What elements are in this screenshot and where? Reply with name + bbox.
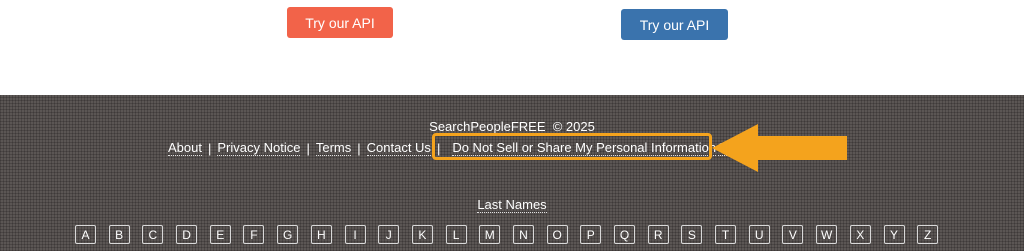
try-api-button-left[interactable]: Try our API	[287, 7, 393, 38]
letter-button-c[interactable]: C	[142, 225, 164, 244]
separator: |	[306, 140, 310, 156]
letter-button-s[interactable]: S	[681, 225, 703, 244]
separator: |	[357, 140, 361, 156]
letter-button-t[interactable]: T	[715, 225, 737, 244]
letter-button-e[interactable]: E	[209, 225, 231, 244]
arrow-icon	[712, 124, 847, 172]
letter-button-n[interactable]: N	[512, 225, 534, 244]
letter-button-r[interactable]: R	[647, 225, 669, 244]
letter-button-x[interactable]: X	[849, 225, 871, 244]
letter-button-q[interactable]: Q	[614, 225, 635, 244]
letter-button-g[interactable]: G	[277, 225, 299, 244]
letter-button-k[interactable]: K	[411, 225, 433, 244]
letter-index: ABCDEFGHIJKLMNOPQRSTUVWXYZ	[75, 225, 951, 244]
letter-button-w[interactable]: W	[816, 225, 838, 244]
try-api-button-right[interactable]: Try our API	[621, 9, 728, 40]
contact-us-link[interactable]: Contact Us	[366, 140, 431, 156]
letter-button-l[interactable]: L	[445, 225, 467, 244]
letter-button-j[interactable]: J	[378, 225, 400, 244]
top-section: Try our API Try our API	[0, 0, 1024, 95]
letter-button-d[interactable]: D	[176, 225, 198, 244]
last-names-heading: Last Names	[0, 196, 1024, 214]
letter-button-o[interactable]: O	[546, 225, 568, 244]
letter-button-h[interactable]: H	[310, 225, 332, 244]
letter-button-m[interactable]: M	[479, 225, 501, 244]
letter-button-f[interactable]: F	[243, 225, 265, 244]
letter-button-v[interactable]: V	[782, 225, 804, 244]
privacy-notice-link[interactable]: Privacy Notice	[217, 140, 301, 156]
terms-link[interactable]: Terms	[315, 140, 352, 156]
separator: |	[207, 140, 212, 156]
highlight-box	[432, 133, 712, 160]
last-names-link[interactable]: Last Names	[477, 197, 547, 213]
letter-button-a[interactable]: A	[75, 225, 96, 244]
letter-button-u[interactable]: U	[748, 225, 770, 244]
letter-button-p[interactable]: P	[580, 225, 602, 244]
about-link[interactable]: About	[168, 140, 202, 156]
letter-button-i[interactable]: I	[344, 225, 366, 244]
letter-button-b[interactable]: B	[108, 225, 130, 244]
letter-button-z[interactable]: Z	[917, 225, 939, 244]
footer: SearchPeopleFREE © 2025 About | Privacy …	[0, 95, 1024, 251]
copyright-text: SearchPeopleFREE © 2025	[429, 119, 595, 134]
letter-button-y[interactable]: Y	[883, 225, 905, 244]
